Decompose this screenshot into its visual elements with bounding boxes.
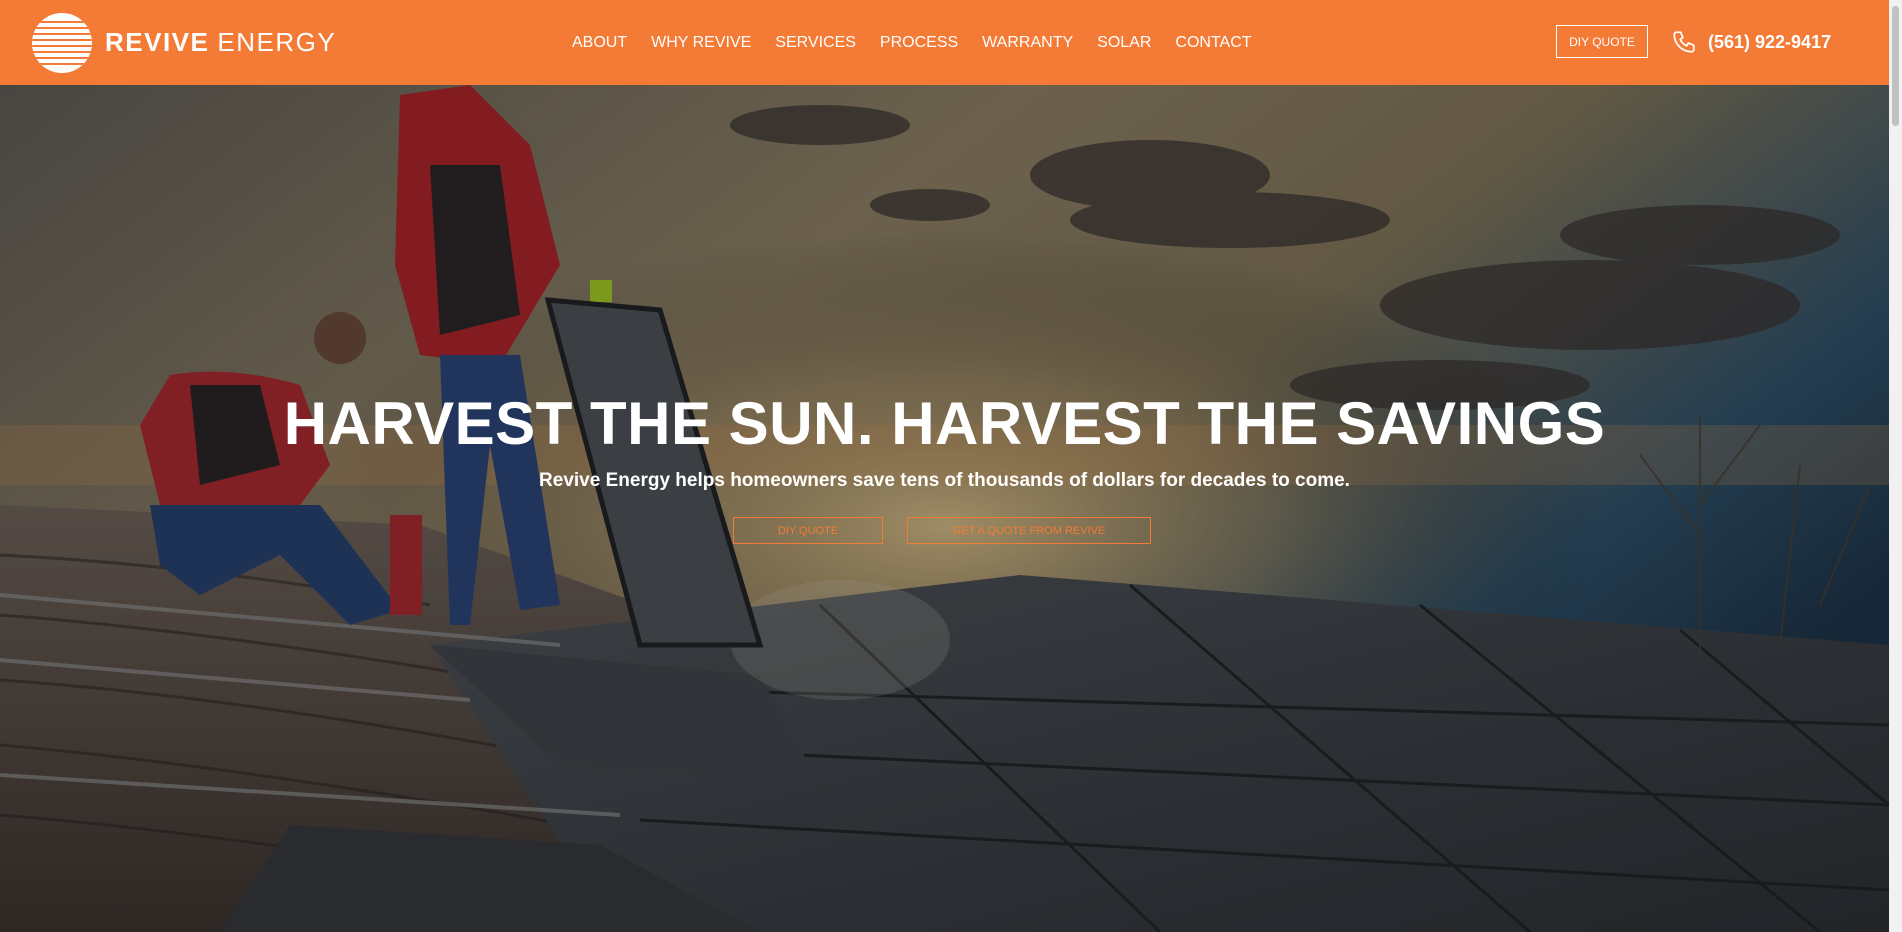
brand-name-light: ENERGY [217,27,337,57]
nav-item-warranty[interactable]: WARRANTY [982,34,1073,52]
nav-item-services[interactable]: SERVICES [775,34,856,52]
diy-quote-button[interactable]: DIY QUOTE [1556,25,1648,58]
brand-name-strong: REVIVE [105,27,210,57]
hero-section: HARVEST THE SUN. HARVEST THE SAVINGS Rev… [0,85,1889,932]
solar-roof-background-image [0,85,1889,932]
hero-get-quote-button[interactable]: GET A QUOTE FROM REVIVE [907,517,1151,544]
brand-name: REVIVE ENERGY [105,27,336,58]
page-scrollbar[interactable] [1889,0,1902,932]
phone-number: (561) 922-9417 [1708,31,1832,52]
scrollbar-thumb[interactable] [1892,6,1899,126]
nav-item-process[interactable]: PROCESS [880,34,958,52]
phone-link[interactable]: (561) 922-9417 [1671,29,1831,55]
hero-title: HARVEST THE SUN. HARVEST THE SAVINGS [283,390,1606,457]
main-nav: ABOUT WHY REVIVE SERVICES PROCESS WARRAN… [572,0,1276,85]
brand-logo[interactable]: REVIVE ENERGY [31,11,336,74]
nav-item-why-revive[interactable]: WHY REVIVE [651,34,751,52]
hero-subtitle: Revive Energy helps homeowners save tens… [539,470,1350,491]
hero-diy-quote-button[interactable]: DIY QUOTE [733,517,883,544]
nav-item-solar[interactable]: SOLAR [1097,34,1151,52]
phone-icon [1673,31,1695,53]
sun-stripes-logo-icon [32,12,92,73]
nav-item-about[interactable]: ABOUT [572,34,627,52]
nav-item-contact[interactable]: CONTACT [1175,34,1251,52]
site-header: REVIVE ENERGY ABOUT WHY REVIVE SERVICES P… [0,0,1889,85]
